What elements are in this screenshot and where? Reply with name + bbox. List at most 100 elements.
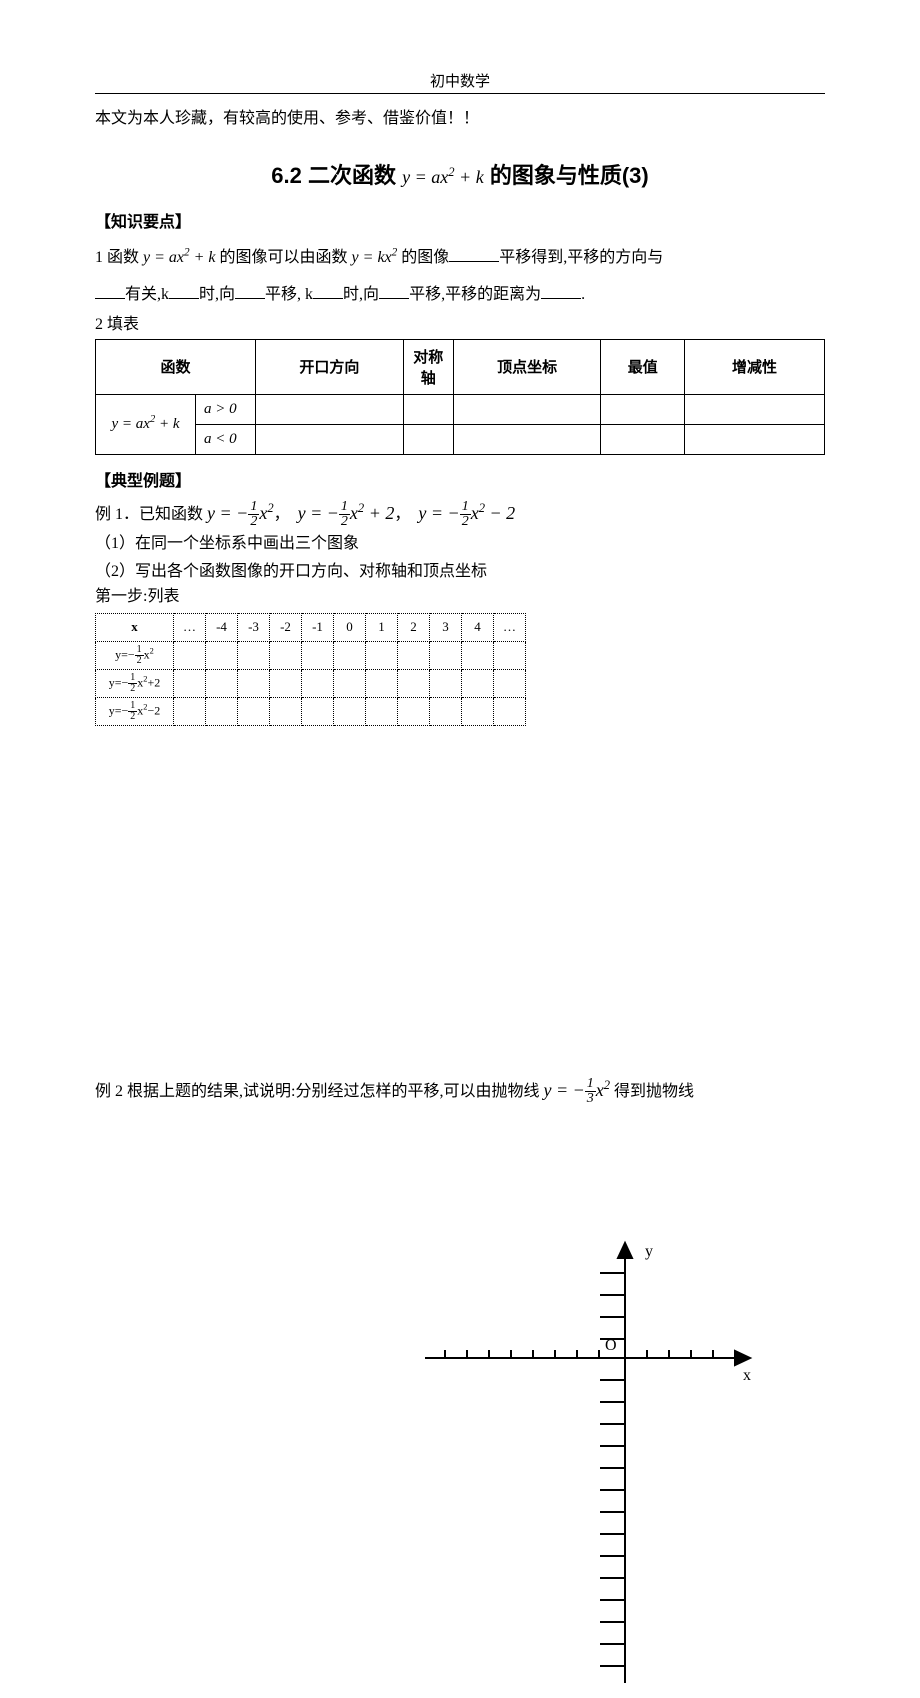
x-arrow-icon <box>735 1351 750 1365</box>
example-2: 例 2 根据上题的结果,试说明:分别经过怎样的平移,可以由抛物线 y = −13… <box>95 1074 825 1107</box>
blank-cell[interactable] <box>302 697 334 725</box>
values-table: x … -4 -3 -2 -1 0 1 2 3 4 … y=−12x2 y=−1… <box>95 613 526 726</box>
blank-cell[interactable] <box>174 641 206 669</box>
blank-cell[interactable] <box>398 697 430 725</box>
blank-cell[interactable] <box>462 641 494 669</box>
blank-5[interactable] <box>313 283 343 299</box>
td-cond2: a < 0 <box>196 424 256 454</box>
properties-table: 函数 开口方向 对称轴 顶点坐标 最值 增减性 y = ax2 + k a > … <box>95 339 825 455</box>
blank-4[interactable] <box>235 283 265 299</box>
y-arrow-icon <box>618 1243 632 1258</box>
p1a: 1 函数 <box>95 249 143 266</box>
blank-cell[interactable] <box>256 394 404 424</box>
blank-cell[interactable] <box>302 641 334 669</box>
x-axis-label: x <box>743 1367 751 1384</box>
blank-cell[interactable] <box>494 697 526 725</box>
blank-cell[interactable] <box>174 697 206 725</box>
td-func: y = ax2 + k <box>96 394 196 454</box>
blank-cell[interactable] <box>403 424 453 454</box>
x-val: … <box>494 613 526 641</box>
blank-cell[interactable] <box>366 697 398 725</box>
ex1-label: 例 1．已知函数 <box>95 506 207 523</box>
blank-cell[interactable] <box>206 641 238 669</box>
x-val: -3 <box>238 613 270 641</box>
coordinate-system: y x O <box>415 1238 755 1698</box>
ex2-formula: y = −13x2 <box>543 1080 610 1100</box>
blank-cell[interactable] <box>334 669 366 697</box>
blank-cell[interactable] <box>494 641 526 669</box>
p1-formula2: y = kx2 <box>352 249 398 266</box>
blank-cell[interactable] <box>334 697 366 725</box>
ex1-f3: y = −12x2 − 2 <box>418 503 515 523</box>
p2a: 有关,k <box>125 286 169 303</box>
values-row: y=−12x2−2 <box>96 697 526 725</box>
ex1-q2: （2）写出各个函数图像的开口方向、对称轴和顶点坐标 <box>95 559 825 585</box>
header-rule <box>95 93 825 94</box>
blank-cell[interactable] <box>462 697 494 725</box>
p2c: 平移, k <box>265 286 313 303</box>
table-header-row: 函数 开口方向 对称轴 顶点坐标 最值 增减性 <box>96 339 825 394</box>
x-val: 4 <box>462 613 494 641</box>
values-row: y=−12x2 <box>96 641 526 669</box>
title-formula: y = ax2 + k <box>402 167 484 187</box>
blank-cell[interactable] <box>430 697 462 725</box>
x-val: 3 <box>430 613 462 641</box>
blank-cell[interactable] <box>270 697 302 725</box>
blank-cell[interactable] <box>238 641 270 669</box>
th-extreme: 最值 <box>601 339 685 394</box>
blank-cell[interactable] <box>453 424 601 454</box>
blank-cell[interactable] <box>270 669 302 697</box>
th-mono: 增减性 <box>685 339 825 394</box>
knowledge-point-2: 2 填表 <box>95 314 825 336</box>
blank-cell[interactable] <box>270 641 302 669</box>
th-axis: 对称轴 <box>403 339 453 394</box>
example-1: 例 1．已知函数 y = −12x2， y = −12x2 + 2， y = −… <box>95 499 825 529</box>
x-val: -1 <box>302 613 334 641</box>
blank-7[interactable] <box>541 283 581 299</box>
blank-cell[interactable] <box>685 424 825 454</box>
blank-cell[interactable] <box>601 424 685 454</box>
y-ticks <box>600 1273 625 1666</box>
blank-cell[interactable] <box>174 669 206 697</box>
x-ticks <box>445 1350 713 1358</box>
section-knowledge: 【知识要点】 <box>95 208 825 232</box>
x-header: x <box>96 613 174 641</box>
title-prefix: 6.2 二次函数 <box>271 163 396 188</box>
blank-cell[interactable] <box>430 641 462 669</box>
blank-cell[interactable] <box>494 669 526 697</box>
blank-cell[interactable] <box>238 697 270 725</box>
blank-cell[interactable] <box>366 641 398 669</box>
blank-cell[interactable] <box>334 641 366 669</box>
blank-1[interactable] <box>449 246 499 262</box>
blank-6[interactable] <box>379 283 409 299</box>
blank-cell[interactable] <box>601 394 685 424</box>
blank-cell[interactable] <box>206 697 238 725</box>
blank-cell[interactable] <box>238 669 270 697</box>
blank-cell[interactable] <box>256 424 404 454</box>
th-open: 开口方向 <box>256 339 404 394</box>
blank-cell[interactable] <box>398 669 430 697</box>
row-label-2: y=−12x2+2 <box>96 669 174 697</box>
row-label-3: y=−12x2−2 <box>96 697 174 725</box>
blank-cell[interactable] <box>430 669 462 697</box>
section-examples: 【典型例题】 <box>95 467 825 491</box>
blank-3[interactable] <box>169 283 199 299</box>
values-row: y=−12x2+2 <box>96 669 526 697</box>
title-suffix: 的图象与性质(3) <box>490 163 649 188</box>
blank-cell[interactable] <box>366 669 398 697</box>
blank-cell[interactable] <box>302 669 334 697</box>
knowledge-point-1: 1 函数 y = ax2 + k 的图像可以由函数 y = kx2 的图像平移得… <box>95 240 825 275</box>
x-val: 1 <box>366 613 398 641</box>
blank-cell[interactable] <box>403 394 453 424</box>
blank-cell[interactable] <box>462 669 494 697</box>
y-axis-label: y <box>645 1243 653 1260</box>
blank-cell[interactable] <box>685 394 825 424</box>
ex1-f1: y = −12x2 <box>207 503 274 523</box>
ex1-f2: y = −12x2 + 2 <box>298 503 395 523</box>
blank-cell[interactable] <box>206 669 238 697</box>
blank-cell[interactable] <box>398 641 430 669</box>
blank-2[interactable] <box>95 283 125 299</box>
document-title: 6.2 二次函数 y = ax2 + k 的图象与性质(3) <box>95 158 825 190</box>
td-cond1: a > 0 <box>196 394 256 424</box>
blank-cell[interactable] <box>453 394 601 424</box>
